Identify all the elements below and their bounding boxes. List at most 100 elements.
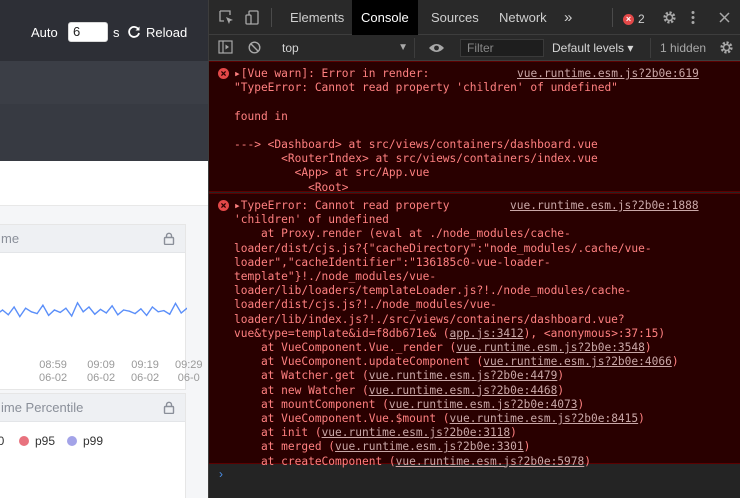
error-x-icon: ×: [623, 13, 634, 25]
lock-icon[interactable]: [163, 401, 175, 414]
legend-label: 00: [0, 434, 5, 448]
live-expression-eye-icon[interactable]: [428, 42, 445, 54]
data-point: [105, 312, 107, 314]
legend-item-p90[interactable]: 00: [0, 434, 4, 448]
dashboard-app: Auto 6 s Reload me 9208:5906-0209:0906-0…: [0, 0, 208, 498]
tab-sources[interactable]: Sources: [422, 0, 488, 35]
card-header: me: [0, 225, 185, 253]
stack-frame-text: at VueComponent.updateComponent (: [234, 355, 484, 369]
error-count-badge[interactable]: × 2: [623, 12, 645, 26]
stack-frame-text: ): [644, 341, 652, 354]
data-point: [36, 313, 38, 315]
close-icon[interactable]: [719, 12, 730, 23]
stack-frame-link[interactable]: vue.runtime.esm.js?2b0e:3118: [322, 426, 511, 439]
message-line: template"}!./node_modules/vue-: [234, 270, 437, 283]
data-point: [128, 310, 130, 312]
console-settings-gear-icon[interactable]: [719, 40, 734, 55]
tick-time: 09:19: [131, 359, 159, 371]
message-line: 'children' of undefined: [234, 213, 389, 227]
data-point: [157, 311, 159, 313]
context-value: top: [282, 41, 299, 55]
stack-frame-text: at merged (: [234, 440, 336, 454]
legend-item-p95[interactable]: p95: [19, 434, 55, 448]
javascript-context-select[interactable]: top ▼: [273, 38, 415, 58]
stack-frame-link[interactable]: vue.runtime.esm.js?2b0e:3548: [456, 341, 645, 354]
data-point: [174, 302, 177, 304]
stack-frame-link[interactable]: vue.runtime.esm.js?2b0e:4066: [483, 355, 672, 368]
stack-frame-link[interactable]: vue.runtime.esm.js?2b0e:8415: [450, 412, 639, 425]
series-line: [0, 301, 187, 318]
data-point: [25, 307, 27, 309]
message-line: loader","cacheIdentifier":"136185c0-vue-…: [234, 255, 551, 269]
stack-frame-text: ): [671, 355, 679, 369]
console-error-message[interactable]: vue.runtime.esm.js?2b0e:1888 ▸TypeError:…: [209, 193, 740, 468]
data-point: [30, 311, 33, 313]
lock-icon[interactable]: [163, 232, 175, 245]
stack-frame-text: ): [557, 383, 565, 397]
more-tabs-button[interactable]: »: [555, 0, 581, 35]
reload-label: Reload: [146, 24, 188, 40]
response-time-card: me 9208:5906-0209:0906-0209:1906-0209:29…: [0, 224, 203, 390]
message-line: found in: [234, 109, 288, 123]
data-point: [76, 302, 79, 304]
kebab-menu-icon[interactable]: [690, 10, 696, 25]
error-icon: [218, 68, 229, 79]
x-axis-tick-label: 09:19 06-02: [131, 359, 159, 385]
legend-item-p99[interactable]: p99: [67, 434, 103, 448]
stack-frame-link[interactable]: vue.runtime.esm.js?2b0e:3301: [335, 440, 524, 453]
stack-frame-link[interactable]: vue.runtime.esm.js?2b0e:4073: [389, 398, 578, 411]
stack-frame-link[interactable]: vue.runtime.esm.js?2b0e:4468: [369, 384, 558, 397]
stack-frame-text: at VueComponent.Vue.$mount (: [234, 412, 450, 425]
data-point: [146, 314, 148, 316]
message-line: loader/lib/loaders/templateLoader.js?!./…: [234, 284, 632, 298]
data-point: [140, 308, 142, 310]
console-output: vue.runtime.esm.js?2b0e:619 ▸[Vue warn]:…: [209, 61, 740, 498]
auto-refresh-interval-input[interactable]: 6: [68, 22, 108, 42]
message-source-link[interactable]: vue.runtime.esm.js?2b0e:619: [517, 67, 699, 81]
tick-date: 06-02: [39, 372, 68, 384]
legend-dot: [19, 436, 29, 446]
hidden-messages-count: 1 hidden: [650, 38, 706, 58]
stack-frame-link[interactable]: app.js:3412: [450, 327, 524, 340]
data-point: [82, 311, 84, 313]
console-error-message[interactable]: vue.runtime.esm.js?2b0e:619 ▸[Vue warn]:…: [209, 61, 740, 194]
tick-date: 06-02: [87, 372, 116, 384]
message-line: loader/dist/cjs.js?!./node_modules/vue-: [234, 298, 497, 312]
show-sidebar-icon[interactable]: [218, 40, 233, 54]
settings-gear-icon[interactable]: [662, 10, 677, 25]
data-point: [1, 309, 4, 311]
stack-frame: at VueComponent.Vue._render (vue.runtime…: [234, 341, 652, 355]
reload-button[interactable]: Reload: [127, 22, 187, 42]
seconds-unit-label: s: [113, 25, 120, 40]
console-filter-input[interactable]: Filter: [460, 39, 544, 57]
inspect-element-icon[interactable]: [219, 10, 234, 25]
tab-console[interactable]: Console: [352, 0, 418, 35]
stack-frame-text: at new Watcher (: [234, 383, 369, 397]
auto-refresh-label: Auto: [31, 25, 58, 40]
message-line: <RouterIndex> at src/views/containers/in…: [234, 152, 598, 166]
dashboard-header: Auto 6 s Reload: [0, 0, 208, 61]
tick-date: 06-02: [131, 372, 160, 384]
message-text: vue&type=template&id=f8db671e& (: [234, 326, 450, 340]
tab-network[interactable]: Network: [490, 0, 556, 35]
clear-console-icon[interactable]: [248, 41, 261, 54]
stack-frame-link[interactable]: vue.runtime.esm.js?2b0e:4479: [369, 369, 558, 382]
tab-elements[interactable]: Elements: [281, 0, 353, 35]
percentile-card: ime Percentile 00 p95 p99: [0, 393, 186, 498]
console-prompt[interactable]: ›: [219, 467, 223, 481]
devtools-tab-bar: Elements Console Sources Network » × 2: [209, 0, 740, 35]
message-line: loader/dist/cjs.js?{"cacheDirectory":"no…: [234, 241, 652, 255]
device-toolbar-icon[interactable]: [245, 10, 260, 25]
message-line: ---> <Dashboard> at src/views/containers…: [234, 138, 598, 151]
stack-frame-link[interactable]: vue.runtime.esm.js?2b0e:5978: [396, 455, 585, 468]
card-title: ime Percentile: [1, 400, 84, 415]
x-axis-tick-label: 09:29 06-0: [175, 359, 203, 385]
log-levels-dropdown[interactable]: Default levels ▾: [552, 38, 633, 58]
message-source-link[interactable]: vue.runtime.esm.js?2b0e:1888: [510, 199, 699, 213]
data-point: [180, 312, 182, 314]
data-point: [99, 308, 102, 310]
error-count: 2: [638, 12, 645, 26]
data-point: [53, 309, 55, 311]
stack-frame-text: at init (: [234, 426, 322, 440]
caret-down-icon: ▼: [398, 42, 408, 53]
